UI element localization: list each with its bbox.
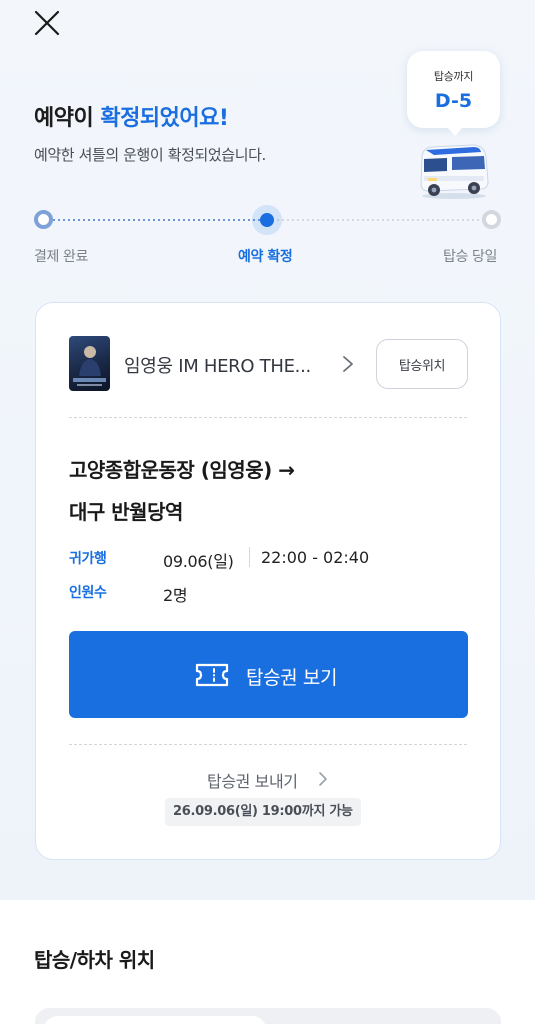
event-poster-image[interactable]	[69, 336, 110, 391]
poster-art	[73, 346, 106, 386]
page-title: 예약이 확정되었어요!	[34, 100, 229, 132]
step-dot-payment	[34, 210, 53, 229]
step-label-confirmed: 예약 확정	[238, 249, 293, 265]
location-section-title: 탑승/하차 위치	[34, 948, 155, 972]
trip-type-label: 귀가행	[69, 551, 107, 567]
dday-value: D-5	[434, 90, 473, 112]
send-deadline-badge: 26.09.06(일) 19:00까지 가능	[165, 798, 361, 826]
chevron-right-icon[interactable]	[341, 354, 355, 374]
info-separator	[249, 547, 250, 567]
close-button[interactable]	[33, 9, 61, 37]
booking-card: 임영웅 IM HERO THE... 탑승위치 고양종합운동장 (임영웅) → …	[35, 302, 501, 860]
dday-badge: 탑승까지 D-5	[407, 51, 500, 136]
shuttle-bus-icon	[420, 144, 489, 199]
dday-label: 탑승까지	[433, 70, 474, 83]
view-ticket-button[interactable]: 탑승권 보기	[69, 631, 468, 718]
step-dot-boarding	[482, 210, 501, 229]
passenger-count-label: 인원수	[69, 585, 107, 601]
divider	[69, 744, 467, 745]
location-tab-pill[interactable]	[43, 1016, 267, 1024]
step-dot-confirmed	[260, 213, 274, 227]
page-title-accent: 확정되었어요!	[100, 106, 229, 131]
trip-date: 09.06(일)	[163, 552, 234, 571]
chevron-right-icon[interactable]	[317, 769, 329, 789]
page-subtitle: 예약한 셔틀의 운행이 확정되었습니다.	[34, 146, 266, 164]
event-title-link[interactable]: 임영웅 IM HERO THE...	[124, 352, 344, 378]
send-ticket-link[interactable]: 탑승권 보내기	[207, 768, 298, 792]
page-title-plain: 예약이	[34, 106, 101, 131]
divider	[69, 417, 467, 418]
route-origin: 고양종합운동장 (임영웅) →	[69, 458, 295, 482]
step-label-payment: 결제 완료	[34, 249, 88, 265]
trip-time: 22:00 - 02:40	[261, 548, 370, 567]
route-destination: 대구 반월당역	[69, 500, 183, 524]
view-ticket-label: 탑승권 보기	[246, 667, 338, 689]
boarding-location-button[interactable]: 탑승위치	[376, 339, 468, 389]
location-map-preview[interactable]	[35, 1008, 501, 1024]
passenger-count: 2명	[163, 586, 188, 605]
ticket-icon	[195, 663, 229, 687]
close-icon	[34, 10, 60, 36]
step-label-boarding: 탑승 당일	[443, 249, 497, 265]
